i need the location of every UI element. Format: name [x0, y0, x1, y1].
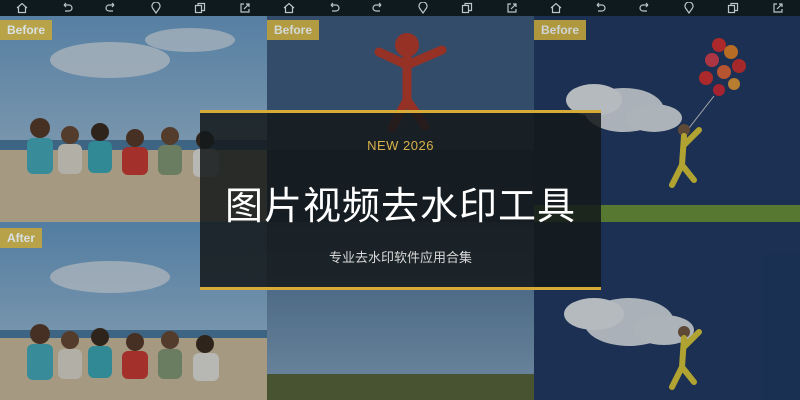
panel-toolbar [267, 0, 534, 16]
release-tag: NEW 2026 [367, 138, 434, 153]
after-badge: After [0, 228, 43, 248]
before-badge: Before [0, 20, 53, 40]
external-link-icon[interactable] [506, 2, 518, 14]
undo-icon[interactable] [328, 2, 340, 14]
undo-icon[interactable] [594, 2, 607, 14]
location-icon[interactable] [683, 2, 695, 14]
undo-icon[interactable] [61, 2, 73, 14]
copy-icon[interactable] [727, 2, 739, 14]
title-card: NEW 2026 图片视频去水印工具 专业去水印软件应用合集 [200, 110, 601, 290]
home-icon[interactable] [283, 2, 295, 14]
home-icon[interactable] [550, 2, 562, 14]
external-link-icon[interactable] [772, 2, 784, 14]
page-title: 图片视频去水印工具 [224, 184, 576, 228]
location-icon[interactable] [150, 2, 162, 14]
redo-icon[interactable] [372, 2, 384, 14]
page-subtitle: 专业去水印软件应用合集 [328, 251, 472, 266]
copy-icon[interactable] [194, 2, 206, 14]
panel-toolbar [534, 0, 800, 16]
panel-toolbar [0, 0, 267, 16]
location-icon[interactable] [417, 2, 429, 14]
redo-icon[interactable] [639, 2, 651, 14]
before-badge: Before [534, 20, 587, 40]
home-icon[interactable] [16, 2, 28, 14]
external-link-icon[interactable] [239, 2, 251, 14]
before-badge: Before [267, 20, 320, 40]
redo-icon[interactable] [105, 2, 117, 14]
copy-icon[interactable] [461, 2, 473, 14]
